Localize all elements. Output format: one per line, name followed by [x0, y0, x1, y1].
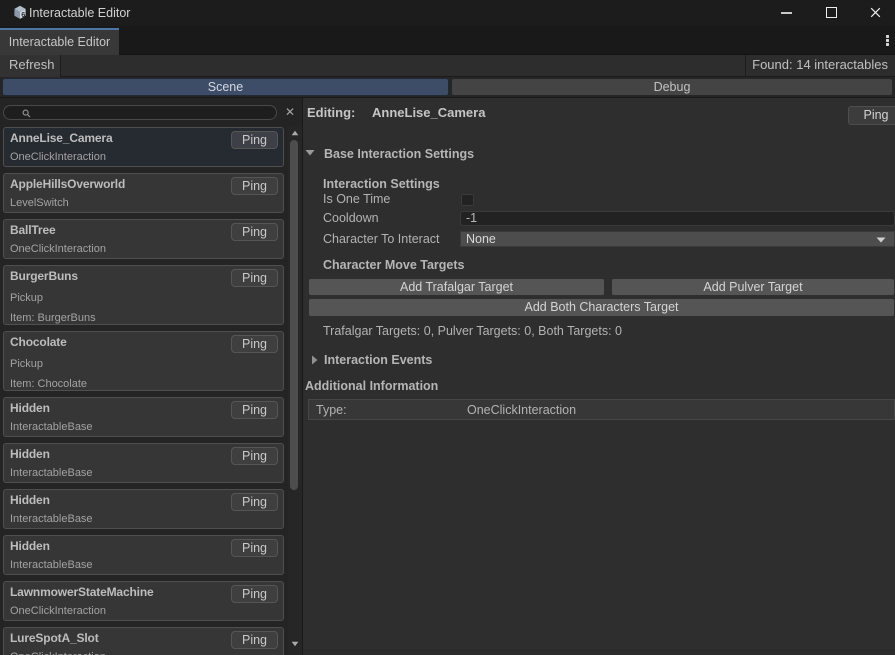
svg-text:6: 6	[21, 10, 25, 19]
